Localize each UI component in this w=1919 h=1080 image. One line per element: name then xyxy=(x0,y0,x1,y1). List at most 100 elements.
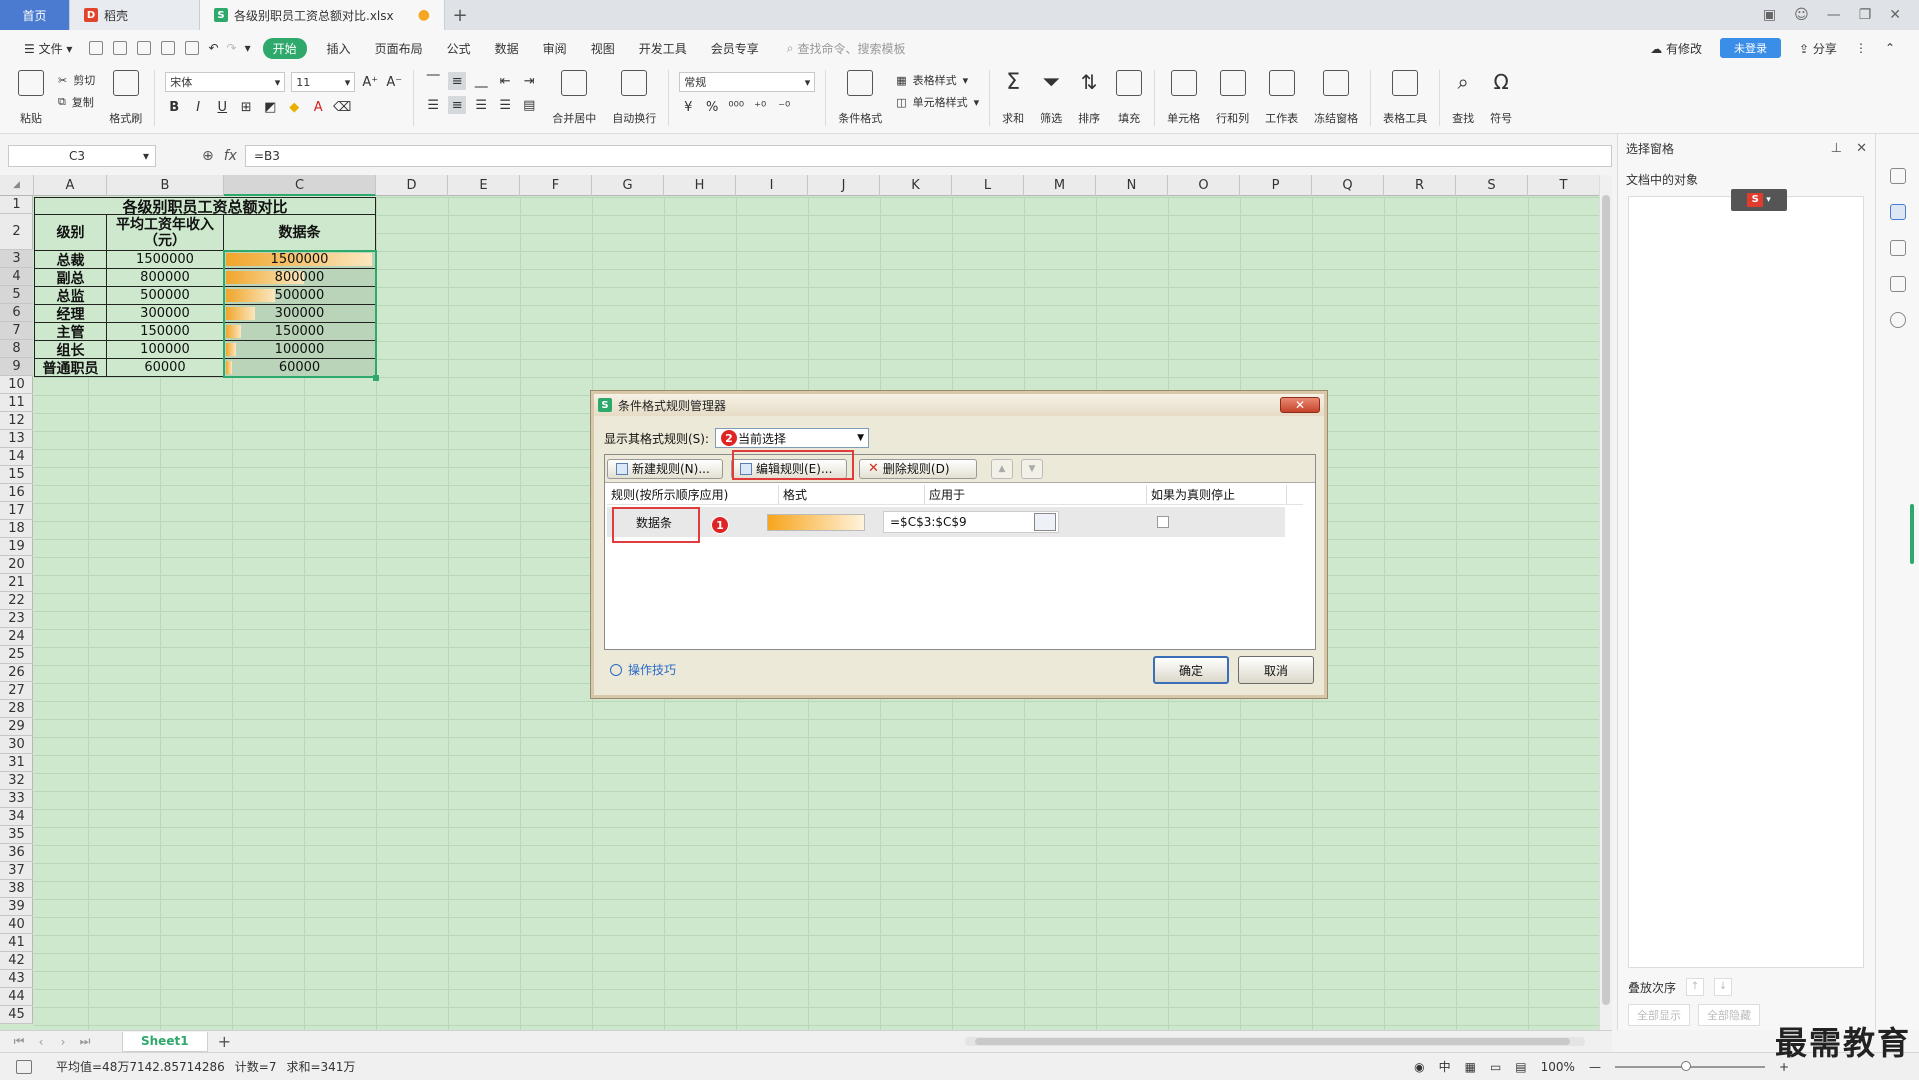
row-header-38[interactable]: 38 xyxy=(0,880,33,898)
column-header-i[interactable]: I xyxy=(736,175,808,196)
row-header-10[interactable]: 10 xyxy=(0,376,33,394)
column-header-b[interactable]: B xyxy=(107,175,224,196)
level-cell[interactable]: 经理 xyxy=(34,305,107,323)
eye-protection-icon[interactable]: ◉ xyxy=(1414,1060,1424,1074)
row-header-45[interactable]: 45 xyxy=(0,1006,33,1024)
first-sheet-icon[interactable]: ⏮ xyxy=(8,1034,30,1049)
find-button[interactable]: ⌕ 查找 xyxy=(1444,70,1482,126)
column-header-m[interactable]: M xyxy=(1024,175,1096,196)
dialog-close-button[interactable]: ✕ xyxy=(1280,397,1320,413)
decrease-decimal-icon[interactable]: ⁻⁰ xyxy=(775,98,793,116)
cell-fill-icon[interactable]: ◩ xyxy=(261,98,279,116)
row-header-39[interactable]: 39 xyxy=(0,898,33,916)
save-icon[interactable] xyxy=(113,41,128,55)
input-method-icon[interactable]: 中 xyxy=(1439,1058,1451,1075)
column-header-j[interactable]: J xyxy=(808,175,880,196)
row-header-12[interactable]: 12 xyxy=(0,412,33,430)
menu-tab-formulas[interactable]: 公式 xyxy=(435,40,483,57)
export-icon[interactable] xyxy=(185,41,200,55)
databar-cell[interactable]: 300000 xyxy=(224,305,376,323)
fx-icon[interactable]: fx xyxy=(224,148,237,164)
zoom-formula-icon[interactable]: ⊕ xyxy=(202,148,214,164)
column-header-e[interactable]: E xyxy=(448,175,520,196)
row-header-31[interactable]: 31 xyxy=(0,754,33,772)
font-name-select[interactable]: 宋体 ▾ xyxy=(165,72,286,92)
underline-icon[interactable]: U xyxy=(213,98,231,116)
row-header-4[interactable]: 4 xyxy=(0,268,33,286)
next-sheet-icon[interactable]: › xyxy=(52,1035,74,1049)
cloud-sync-status[interactable]: ☁ 有修改 xyxy=(1650,40,1702,57)
column-header-o[interactable]: O xyxy=(1168,175,1240,196)
row-header-40[interactable]: 40 xyxy=(0,916,33,934)
column-header-k[interactable]: K xyxy=(880,175,952,196)
restore-icon[interactable]: ❐ xyxy=(1859,7,1872,23)
databar-cell[interactable]: 150000 xyxy=(224,323,376,341)
row-header-25[interactable]: 25 xyxy=(0,646,33,664)
databar-cell[interactable]: 1500000 xyxy=(224,251,376,269)
last-sheet-icon[interactable]: ⏭ xyxy=(74,1034,96,1049)
show-rules-select[interactable]: 当前选择 ▼ xyxy=(715,428,870,448)
row-header-13[interactable]: 13 xyxy=(0,430,33,448)
symbol-button[interactable]: Ω 符号 xyxy=(1482,70,1520,126)
level-cell[interactable]: 总裁 xyxy=(34,251,107,269)
header-level-cell[interactable]: 级别 xyxy=(34,215,107,251)
column-header-l[interactable]: L xyxy=(952,175,1024,196)
print-icon[interactable] xyxy=(161,41,176,55)
zoom-level[interactable]: 100% xyxy=(1541,1060,1575,1074)
row-header-3[interactable]: 3 xyxy=(0,250,33,268)
row-header-22[interactable]: 22 xyxy=(0,592,33,610)
show-all-button[interactable]: 全部显示 xyxy=(1628,1004,1690,1026)
increase-font-icon[interactable]: A⁺ xyxy=(361,73,379,91)
income-cell[interactable]: 100000 xyxy=(107,341,224,359)
command-search[interactable]: ⌕ 查找命令、搜索模板 xyxy=(787,40,906,57)
name-box[interactable]: C3 ▾ xyxy=(8,145,156,167)
percent-icon[interactable]: % xyxy=(703,98,721,116)
row-header-36[interactable]: 36 xyxy=(0,844,33,862)
file-menu[interactable]: ☰ 文件 ▾ xyxy=(12,40,84,57)
hide-all-button[interactable]: 全部隐藏 xyxy=(1698,1004,1760,1026)
row-header-30[interactable]: 30 xyxy=(0,736,33,754)
macro-record-icon[interactable] xyxy=(16,1059,32,1074)
column-header-a[interactable]: A xyxy=(34,175,107,196)
clear-format-icon[interactable]: ⌫ xyxy=(333,98,351,116)
column-header-p[interactable]: P xyxy=(1240,175,1312,196)
row-header-44[interactable]: 44 xyxy=(0,988,33,1006)
databar-cell[interactable]: 60000 xyxy=(224,359,376,377)
help-icon[interactable] xyxy=(1889,312,1906,328)
menu-tab-page-layout[interactable]: 页面布局 xyxy=(363,40,435,57)
align-right-icon[interactable]: ☰ xyxy=(472,96,490,114)
row-header-28[interactable]: 28 xyxy=(0,700,33,718)
formula-input[interactable]: =B3 xyxy=(244,145,1612,167)
paste-button[interactable]: 粘贴 xyxy=(10,70,52,126)
font-size-select[interactable]: 11 ▾ xyxy=(291,72,356,92)
row-col-button[interactable]: 行和列 xyxy=(1208,70,1257,126)
level-cell[interactable]: 主管 xyxy=(34,323,107,341)
row-header-19[interactable]: 19 xyxy=(0,538,33,556)
range-picker-icon[interactable] xyxy=(1034,513,1056,531)
bring-forward-icon[interactable]: ↑ xyxy=(1686,978,1705,996)
new-rule-button[interactable]: 新建规则(N)... xyxy=(607,458,723,479)
menu-tab-view[interactable]: 视图 xyxy=(579,40,627,57)
align-center-icon[interactable]: ≡ xyxy=(448,96,467,114)
user-avatar-icon[interactable]: ☺ xyxy=(1794,7,1809,23)
row-header-42[interactable]: 42 xyxy=(0,952,33,970)
redo-icon[interactable]: ↷ xyxy=(223,41,241,55)
fill-color-icon[interactable]: ◆ xyxy=(285,98,303,116)
new-doc-icon[interactable] xyxy=(89,41,104,55)
menu-tab-developer[interactable]: 开发工具 xyxy=(627,40,699,57)
row-header-7[interactable]: 7 xyxy=(0,322,33,340)
row-header-16[interactable]: 16 xyxy=(0,484,33,502)
row-header-15[interactable]: 15 xyxy=(0,466,33,484)
level-cell[interactable]: 总监 xyxy=(34,287,107,305)
conditional-format-button[interactable]: 条件格式 xyxy=(830,70,890,126)
worksheet-button[interactable]: 工作表 xyxy=(1257,70,1306,126)
row-header-17[interactable]: 17 xyxy=(0,502,33,520)
row-header-9[interactable]: 9 xyxy=(0,358,33,376)
send-backward-icon[interactable]: ↓ xyxy=(1714,978,1733,996)
menu-tab-review[interactable]: 审阅 xyxy=(531,40,579,57)
column-header-g[interactable]: G xyxy=(592,175,664,196)
row-header-29[interactable]: 29 xyxy=(0,718,33,736)
indent-increase-icon[interactable]: ⇥ xyxy=(520,72,538,90)
distributed-icon[interactable]: ▤ xyxy=(520,96,538,114)
thousands-icon[interactable]: ⁰⁰⁰ xyxy=(727,98,745,116)
